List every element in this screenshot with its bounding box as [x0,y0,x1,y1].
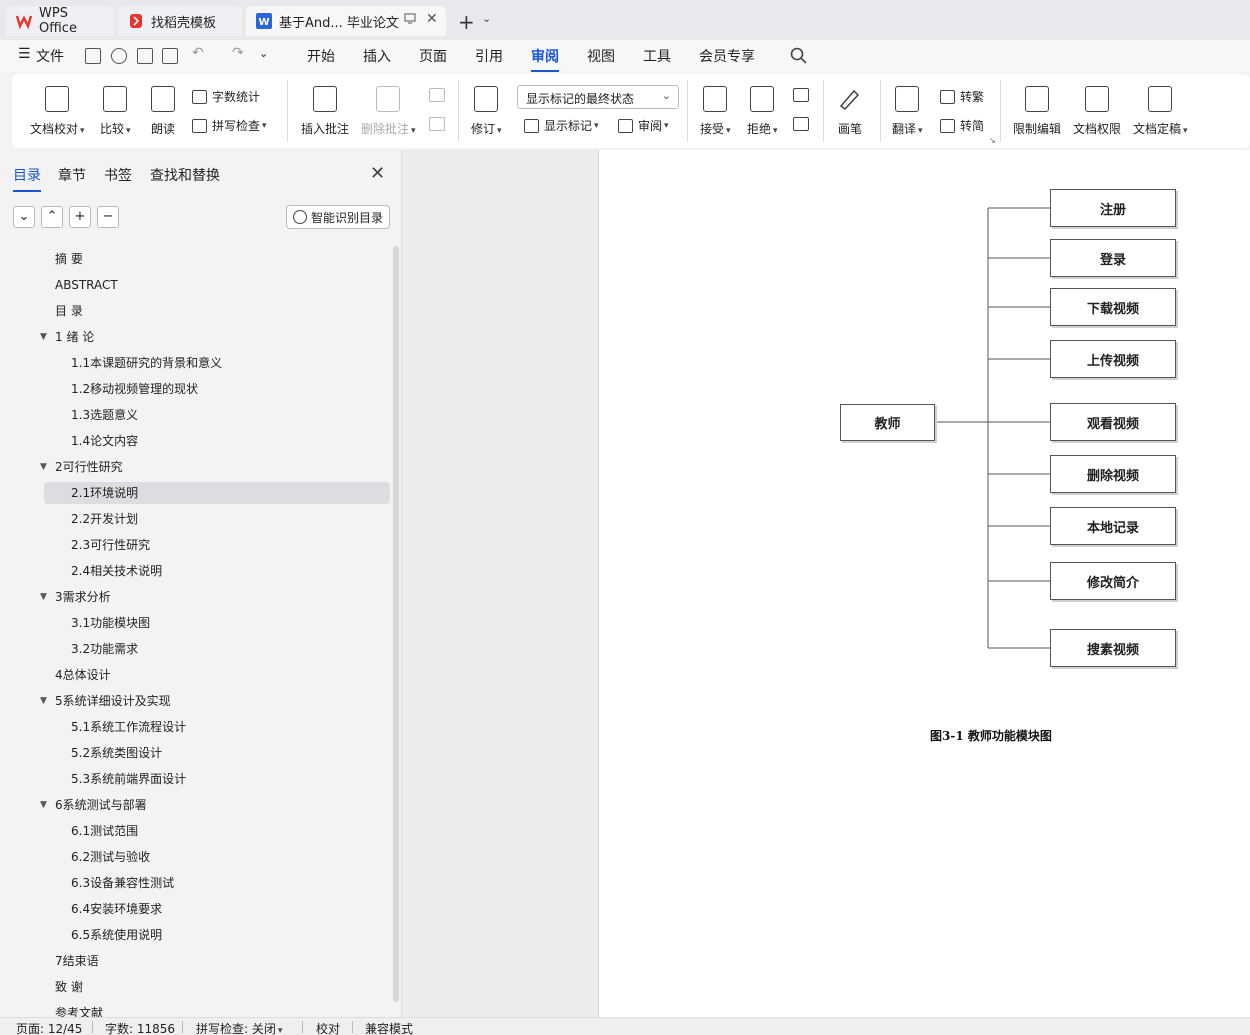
word-count-status[interactable]: 字数: 11856 [105,1020,175,1035]
diagram-module-node: 修改简介 [1050,562,1176,600]
status-bar: 页面: 12/45 字数: 11856 拼写检查: 关闭 ▾ 校对 兼容模式 [0,1017,1250,1035]
spell-status-label: 拼写检查: 关闭 [196,1022,276,1035]
diagram-module-node: 注册 [1050,189,1176,227]
divider [92,1021,93,1033]
diagram-module-node: 上传视频 [1050,340,1176,378]
proof-status[interactable]: 校对 [316,1020,340,1035]
diagram-root-node: 教师 [840,404,935,441]
divider [182,1021,183,1033]
diagram-module-node: 下载视频 [1050,288,1176,326]
page-indicator[interactable]: 页面: 12/45 [16,1020,82,1035]
compat-mode-status: 兼容模式 [365,1022,414,1035]
diagram-module-node: 观看视频 [1050,403,1176,441]
divider [302,1021,303,1033]
figure-caption: 图3-1 教师功能模块图 [930,729,1052,743]
divider [352,1021,353,1033]
diagram-module-node: 删除视频 [1050,455,1176,493]
diagram-module-node: 登录 [1050,239,1176,277]
diagram-module-node: 搜素视频 [1050,629,1176,667]
diagram-module-node: 本地记录 [1050,507,1176,545]
spell-check-status[interactable]: 拼写检查: 关闭 ▾ [196,1020,282,1035]
